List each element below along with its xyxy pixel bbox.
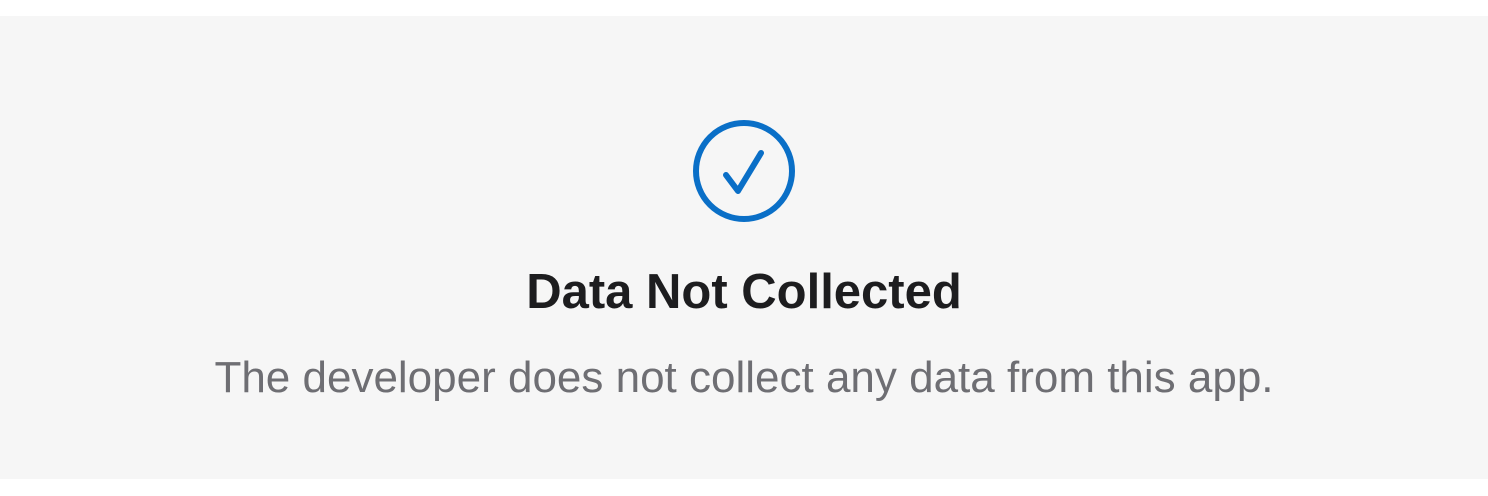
privacy-description: The developer does not collect any data … bbox=[214, 353, 1274, 402]
checkmark-circle-icon bbox=[691, 118, 797, 224]
privacy-card: Data Not Collected The developer does no… bbox=[0, 16, 1488, 479]
privacy-title: Data Not Collected bbox=[526, 265, 962, 319]
